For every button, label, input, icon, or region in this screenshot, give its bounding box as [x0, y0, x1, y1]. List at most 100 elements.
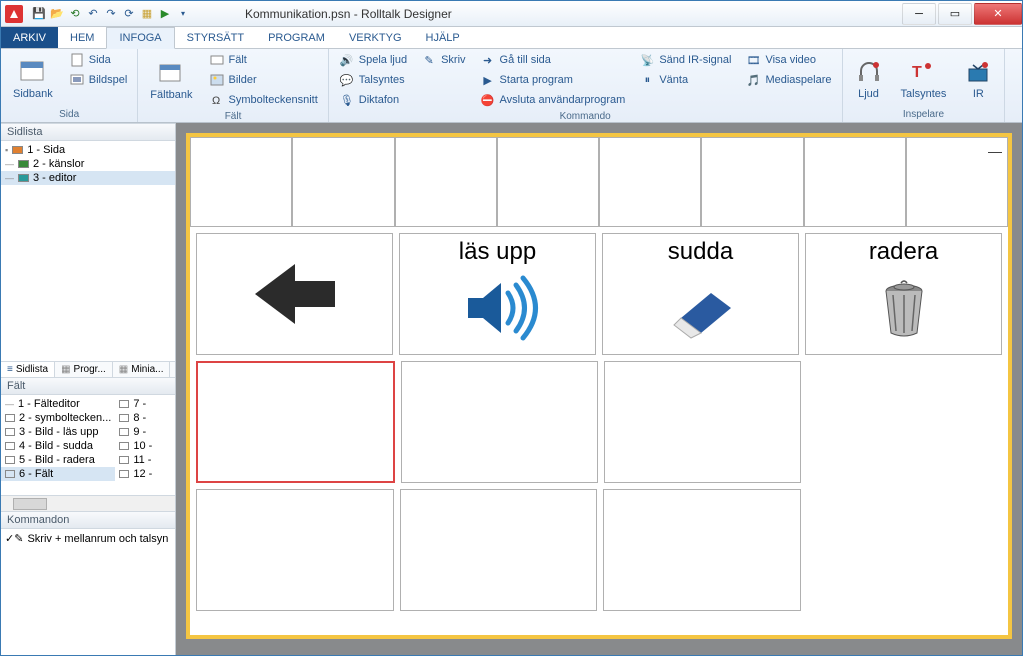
qat-layout-icon[interactable]: ▦: [139, 6, 155, 22]
qat-undo-icon[interactable]: ↶: [85, 6, 101, 22]
page-icon: [69, 52, 85, 68]
tree-item-1[interactable]: ▪1 - Sida: [1, 143, 175, 157]
field-item-selected[interactable]: 6 - Fält: [1, 467, 115, 481]
tts-rec-icon: T: [909, 58, 937, 86]
spela-ljud-label: Spela ljud: [359, 54, 407, 66]
sand-ir-button[interactable]: 📡Sänd IR-signal: [635, 51, 735, 69]
tab-arkiv[interactable]: ARKIV: [1, 27, 58, 48]
cell-las-upp[interactable]: läs upp: [399, 233, 596, 355]
field-item[interactable]: 7 -: [115, 397, 175, 411]
field-item[interactable]: 2 - symboltecken...: [1, 411, 115, 425]
scrollbar-horizontal[interactable]: [1, 495, 175, 511]
grid-cell[interactable]: [190, 137, 292, 227]
visa-video-button[interactable]: 🎞Visa video: [741, 51, 835, 69]
field-item[interactable]: 9 -: [115, 425, 175, 439]
qat-play-icon[interactable]: ▶: [157, 6, 173, 22]
ptab-miniat[interactable]: ▦Minia...: [113, 362, 171, 377]
ljud-button[interactable]: Ljud: [849, 51, 889, 107]
qat-sync-icon[interactable]: ⟲: [67, 6, 83, 22]
sidbank-button[interactable]: Sidbank: [7, 51, 59, 107]
qat-save-icon[interactable]: 💾: [31, 6, 47, 22]
talsyntes-button[interactable]: 💬Talsyntes: [335, 71, 411, 89]
maximize-button[interactable]: ▭: [938, 3, 972, 25]
ir-rec-button[interactable]: IR: [958, 51, 998, 107]
field-label: 5 - Bild - radera: [19, 454, 95, 466]
tree-label: 1 - Sida: [27, 144, 65, 156]
grid-cell[interactable]: [400, 489, 598, 611]
tree-item-2[interactable]: —2 - känslor: [1, 157, 175, 171]
tab-program[interactable]: PROGRAM: [256, 27, 337, 48]
minimize-button[interactable]: ─: [902, 3, 936, 25]
speaker-icon: [453, 266, 543, 350]
field-icon: [209, 52, 225, 68]
symbol-button[interactable]: ΩSymbolteckensnitt: [205, 91, 322, 109]
diktafon-button[interactable]: 🎙 Diktafon: [335, 91, 411, 109]
grid-cell[interactable]: [804, 137, 906, 227]
field-item[interactable]: —1 - Fälteditor: [1, 397, 115, 411]
field-checkbox-icon: [5, 442, 15, 450]
tab-hjalp[interactable]: HJÄLP: [414, 27, 472, 48]
grid-cell[interactable]: [401, 361, 598, 483]
cell-sudda[interactable]: sudda: [602, 233, 799, 355]
diktafon-label: Diktafon: [359, 94, 399, 106]
field-item[interactable]: 3 - Bild - läs upp: [1, 425, 115, 439]
cell-radera[interactable]: radera: [805, 233, 1002, 355]
dictaphone-icon: 🎙: [339, 92, 355, 108]
cell-back[interactable]: [196, 233, 393, 355]
ptab-program[interactable]: ▦Progr...: [55, 362, 113, 377]
qat-open-icon[interactable]: 📂: [49, 6, 65, 22]
tab-infoga[interactable]: INFOGA: [106, 27, 174, 49]
grid-cell[interactable]: [604, 361, 801, 483]
tts-icon: 💬: [339, 72, 355, 88]
sidbank-icon: [19, 58, 47, 86]
qat-dropdown-icon[interactable]: ▾: [175, 6, 191, 22]
field-label: 4 - Bild - sudda: [19, 440, 93, 452]
talsyntes-rec-label: Talsyntes: [901, 88, 947, 100]
skriv-button[interactable]: ✎Skriv: [417, 51, 469, 69]
grid-cell[interactable]: [603, 489, 801, 611]
ga-till-sida-button[interactable]: ➜Gå till sida: [476, 51, 630, 69]
talsyntes-rec-button[interactable]: T Talsyntes: [895, 51, 953, 107]
grid-cell[interactable]: [196, 489, 394, 611]
tab-styrsatt[interactable]: STYRSÄTT: [175, 27, 256, 48]
mediaspelare-button[interactable]: 🎵Mediaspelare: [741, 71, 835, 89]
close-button[interactable]: ✕: [974, 3, 1022, 25]
grid-cell[interactable]: [292, 137, 394, 227]
headphones-icon: [855, 58, 883, 86]
field-label: 2 - symboltecken...: [19, 412, 111, 424]
tab-verktyg[interactable]: VERKTYG: [337, 27, 414, 48]
field-item[interactable]: 4 - Bild - sudda: [1, 439, 115, 453]
field-item[interactable]: 11 -: [115, 453, 175, 467]
tree-item-3[interactable]: —3 - editor: [1, 171, 175, 185]
spela-ljud-button[interactable]: 🔊Spela ljud: [335, 51, 411, 69]
field-item[interactable]: 10 -: [115, 439, 175, 453]
bilder-button[interactable]: Bilder: [205, 71, 322, 89]
grid-cell[interactable]: [701, 137, 803, 227]
field-checkbox-icon: [5, 456, 15, 464]
sida-button[interactable]: Sida: [65, 51, 132, 69]
minimize-indicator-icon[interactable]: —: [988, 143, 1002, 159]
avsluta-button[interactable]: ⛔Avsluta användarprogram: [476, 91, 630, 109]
grid-cell[interactable]: [497, 137, 599, 227]
field-label: 9 -: [133, 426, 146, 438]
tab-hem[interactable]: HEM: [58, 27, 106, 48]
qat-refresh-icon[interactable]: ⟳: [121, 6, 137, 22]
falt-button[interactable]: Fält: [205, 51, 322, 69]
field-label: 7 -: [133, 398, 146, 410]
grid-cell[interactable]: [599, 137, 701, 227]
field-item[interactable]: 8 -: [115, 411, 175, 425]
field-item[interactable]: 12 -: [115, 467, 175, 481]
write-icon: ✎: [421, 52, 437, 68]
ptab-sidlista[interactable]: ≡Sidlista: [1, 362, 55, 377]
bildspel-button[interactable]: Bildspel: [65, 71, 132, 89]
faltbank-button[interactable]: Fältbank: [144, 51, 198, 109]
goto-icon: ➜: [480, 52, 496, 68]
qat-redo-icon[interactable]: ↷: [103, 6, 119, 22]
kommando-item[interactable]: ✓✎Skriv + mellanrum och talsyn: [1, 531, 175, 546]
grid-cell[interactable]: [395, 137, 497, 227]
quick-access-toolbar: 💾 📂 ⟲ ↶ ↷ ⟳ ▦ ▶ ▾: [27, 6, 195, 22]
starta-program-button[interactable]: ▶Starta program: [476, 71, 630, 89]
cell-selected[interactable]: [196, 361, 395, 483]
field-item[interactable]: 5 - Bild - radera: [1, 453, 115, 467]
vanta-button[interactable]: ⏸Vänta: [635, 71, 735, 89]
